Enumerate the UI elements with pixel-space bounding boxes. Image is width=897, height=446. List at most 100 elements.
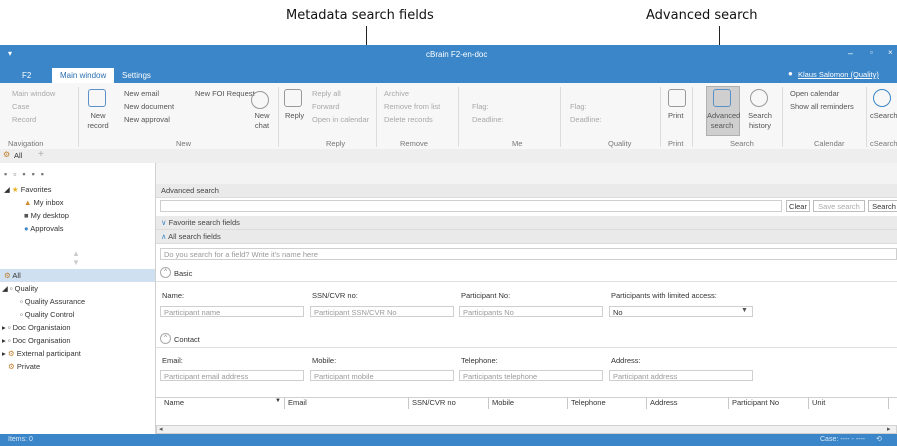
forward-button[interactable]: Forward [312, 102, 340, 112]
search-history-button[interactable]: Search history [744, 111, 776, 131]
search-history-icon[interactable] [750, 89, 768, 107]
column-unit[interactable]: Unit [812, 398, 825, 407]
csearch-icon[interactable] [873, 89, 891, 107]
delete-records-button[interactable]: Delete records [384, 115, 433, 125]
name-input[interactable]: Participant name [160, 306, 304, 317]
remove-from-list-button[interactable]: Remove from list [384, 102, 440, 112]
tab-settings[interactable]: Settings [114, 68, 159, 83]
tree-quality[interactable]: ◢ ▫ Quality [2, 284, 38, 294]
column-telephone[interactable]: Telephone [571, 398, 606, 407]
new-approval-button[interactable]: New approval [124, 115, 170, 125]
chat-icon[interactable] [251, 91, 269, 109]
csearch-button[interactable]: cSearch [870, 111, 897, 121]
column-mobile[interactable]: Mobile [492, 398, 514, 407]
fav-my-desktop[interactable]: ■ My desktop [24, 211, 69, 221]
tab-f2[interactable]: F2 [14, 68, 39, 83]
nav-main-window[interactable]: Main window [12, 89, 55, 99]
quality-deadline[interactable]: Deadline: [570, 115, 602, 125]
horizontal-scrollbar[interactable]: ◂ ▸ [156, 425, 897, 434]
save-search-button[interactable]: Save search [813, 200, 865, 212]
quick-access-icon[interactable]: ▾ [8, 49, 12, 58]
column-separator [646, 397, 647, 409]
group-csearch-label: cSearch [870, 139, 897, 148]
nav-case[interactable]: Case [12, 102, 30, 112]
tree-quality-assurance[interactable]: ▫ Quality Assurance [20, 297, 85, 307]
participant-no-input[interactable]: Participants No [459, 306, 603, 317]
column-name[interactable]: Name [164, 398, 184, 407]
quality-flag[interactable]: Flag: [570, 102, 587, 112]
clear-button[interactable]: Clear [786, 200, 810, 212]
reply-icon[interactable] [284, 89, 302, 107]
search-button[interactable]: Search [868, 200, 897, 212]
email-input[interactable]: Participant email address [160, 370, 304, 381]
mobile-input[interactable]: Participant mobile [310, 370, 454, 381]
minimize-icon[interactable]: – [848, 48, 853, 58]
tree-doc-organisation[interactable]: ▸ ▫ Doc Organisation [2, 336, 71, 346]
limited-access-select[interactable]: No [609, 306, 753, 317]
column-separator [284, 397, 285, 409]
splitter-down-icon[interactable]: ▼ [72, 258, 80, 267]
ribbon-separator [660, 87, 661, 147]
field-finder-input[interactable]: Do you search for a field? Write it's na… [160, 248, 897, 260]
ribbon-separator [560, 87, 561, 147]
fav-my-inbox[interactable]: ▲ My inbox [24, 198, 64, 208]
close-icon[interactable]: × [888, 48, 893, 57]
print-button[interactable]: Print [668, 111, 683, 121]
tree-all[interactable]: ⚙ All [4, 271, 21, 281]
tab-all[interactable]: All [14, 151, 22, 160]
new-document-button[interactable]: New document [124, 102, 174, 112]
column-ssn[interactable]: SSN/CVR no [412, 398, 456, 407]
tree-external-participant[interactable]: ▸ ⚙ External participant [2, 349, 81, 359]
contact-divider [156, 347, 897, 348]
ribbon-separator [78, 87, 79, 147]
column-email[interactable]: Email [288, 398, 307, 407]
archive-button[interactable]: Archive [384, 89, 409, 99]
advanced-search-button[interactable]: Advanced search [707, 111, 740, 131]
reply-button[interactable]: Reply [285, 111, 304, 121]
group-quality-label: Quality [608, 139, 632, 148]
new-foi-button[interactable]: New FOI Request [195, 89, 255, 99]
ribbon-separator [278, 87, 279, 147]
splitter-up-icon[interactable]: ▲ [72, 249, 80, 258]
ribbon-separator [376, 87, 377, 147]
address-input[interactable]: Participant address [609, 370, 753, 381]
telephone-input[interactable]: Participants telephone [459, 370, 603, 381]
new-chat-button[interactable]: New chat [250, 111, 274, 131]
basic-collapse-icon[interactable]: ^ [160, 267, 171, 278]
tree-quality-control[interactable]: ▫ Quality Control [20, 310, 74, 320]
advanced-search-header: Advanced search [156, 184, 897, 198]
open-in-calendar-button[interactable]: Open in calendar [312, 115, 369, 125]
favorites-header[interactable]: ◢ ★ Favorites [4, 185, 52, 195]
me-deadline[interactable]: Deadline: [472, 115, 504, 125]
all-search-fields-bar[interactable]: ∧ All search fields [156, 230, 897, 244]
column-participant-no[interactable]: Participant No [732, 398, 779, 407]
nav-record[interactable]: Record [12, 115, 36, 125]
chevron-down-icon[interactable]: ▼ [741, 307, 748, 314]
user-link[interactable]: Klaus Salomon (Quality) [798, 70, 879, 79]
fav-approvals[interactable]: ● Approvals [24, 224, 64, 234]
me-flag[interactable]: Flag: [472, 102, 489, 112]
column-address[interactable]: Address [650, 398, 678, 407]
tree-all-row[interactable] [0, 269, 155, 282]
ssn-input[interactable]: Participant SSN/CVR No [310, 306, 454, 317]
add-tab-icon[interactable]: + [38, 149, 44, 160]
column-name-filter-icon[interactable]: ▼ [275, 398, 281, 404]
tab-main-window[interactable]: Main window [52, 68, 115, 83]
scroll-right-icon[interactable]: ▸ [887, 425, 891, 433]
new-email-button[interactable]: New email [124, 89, 159, 99]
contact-collapse-icon[interactable]: ^ [160, 333, 171, 344]
mobile-label: Mobile: [312, 356, 337, 365]
show-reminders-button[interactable]: Show all reminders [790, 102, 854, 112]
new-record-button[interactable]: New record [82, 111, 114, 131]
tree-private[interactable]: ⚙ Private [8, 362, 40, 372]
new-record-icon[interactable] [88, 89, 106, 107]
maximize-icon[interactable]: ▫ [870, 48, 873, 57]
print-icon[interactable] [668, 89, 686, 107]
open-calendar-button[interactable]: Open calendar [790, 89, 839, 99]
search-query-input[interactable] [160, 200, 782, 212]
advanced-search-icon[interactable] [713, 89, 731, 107]
reply-all-button[interactable]: Reply all [312, 89, 341, 99]
tree-doc-organistaion[interactable]: ▸ ▫ Doc Organistaion [2, 323, 71, 333]
scroll-left-icon[interactable]: ◂ [159, 425, 163, 433]
favorite-search-fields-bar[interactable]: ∨ Favorite search fields [156, 216, 897, 230]
